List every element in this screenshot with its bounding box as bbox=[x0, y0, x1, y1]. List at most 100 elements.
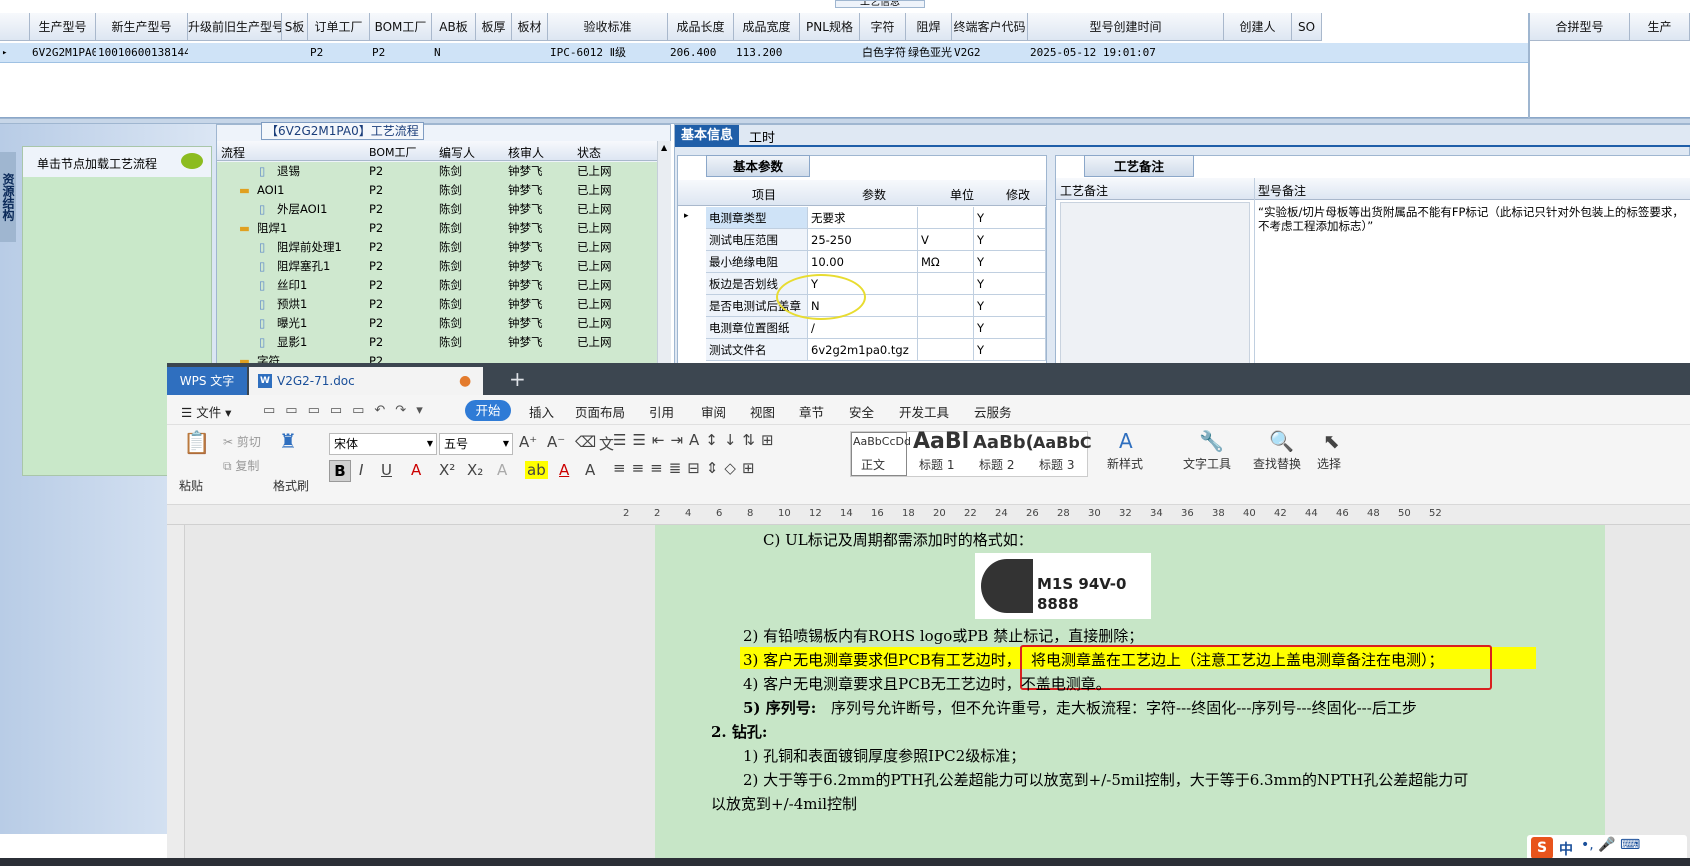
char-shading-icon[interactable]: A bbox=[585, 461, 595, 479]
text-tools-button[interactable]: 文字工具 bbox=[1183, 455, 1231, 472]
select-button[interactable]: 选择 bbox=[1317, 455, 1341, 472]
grid-cell[interactable]: 白色字符 bbox=[862, 43, 906, 63]
param-unit[interactable] bbox=[918, 273, 974, 295]
grid-cell[interactable]: 113.200 bbox=[736, 43, 800, 63]
grid-cell[interactable] bbox=[1294, 43, 1322, 63]
column-header[interactable]: 单位 bbox=[950, 186, 974, 203]
grid-cell[interactable]: 6V2G2M1PA0 bbox=[32, 43, 96, 63]
grid-cell[interactable] bbox=[802, 43, 860, 63]
wps-app-tab[interactable]: WPS 文字 bbox=[167, 367, 247, 395]
sogou-icon[interactable]: S bbox=[1531, 837, 1553, 859]
column-header[interactable]: BOM工厂 bbox=[369, 144, 417, 160]
grid-cell[interactable]: P2 bbox=[310, 43, 370, 63]
grid-cell[interactable]: 绿色亚光 bbox=[908, 43, 952, 63]
column-header[interactable]: 新生产型号 bbox=[96, 13, 188, 41]
font-size-select[interactable]: 五号 ▼ bbox=[439, 433, 513, 455]
param-unit[interactable] bbox=[918, 295, 974, 317]
param-item[interactable]: 测试文件名 bbox=[706, 339, 808, 361]
style-h3[interactable]: 标题 3 bbox=[1039, 456, 1074, 473]
column-header[interactable]: 创建人 bbox=[1224, 13, 1292, 41]
grow-font-icon[interactable]: A⁺ bbox=[519, 433, 537, 451]
param-edit[interactable]: Y bbox=[974, 251, 1046, 273]
tab-work-hours[interactable]: 工时 bbox=[749, 127, 775, 146]
column-header[interactable]: S板 bbox=[282, 13, 308, 41]
column-header[interactable]: 编写人 bbox=[439, 144, 475, 161]
menu-developer[interactable]: 开发工具 bbox=[899, 402, 949, 421]
highlight-icon[interactable]: ab bbox=[525, 461, 548, 479]
menu-cloud[interactable]: 云服务 bbox=[974, 402, 1012, 421]
column-header[interactable]: 终端客户代码 bbox=[952, 13, 1028, 41]
tab-process-remarks[interactable]: 工艺备注 bbox=[1084, 155, 1194, 177]
doc-tab[interactable]: W V2G2-71.doc ● bbox=[249, 367, 483, 395]
menu-view[interactable]: 视图 bbox=[750, 402, 775, 421]
new-style-icon[interactable]: A bbox=[1119, 429, 1133, 453]
process-remark-textarea[interactable] bbox=[1060, 202, 1250, 382]
column-header[interactable]: BOM工厂 bbox=[370, 13, 432, 41]
column-header[interactable]: 修改 bbox=[1006, 186, 1030, 203]
ime-mode[interactable]: 中 bbox=[1559, 839, 1573, 859]
grid-cell[interactable] bbox=[190, 43, 282, 63]
clear-format-icon[interactable]: ⌫ bbox=[575, 433, 596, 451]
column-header[interactable]: PNL规格 bbox=[800, 13, 860, 41]
grid-cell[interactable]: N bbox=[434, 43, 476, 63]
format-painter-icon[interactable]: ♜ bbox=[279, 429, 297, 453]
grid-cell[interactable]: V2G2 bbox=[954, 43, 1028, 63]
param-value[interactable]: 无要求 bbox=[808, 207, 918, 229]
find-replace-button[interactable]: 查找替换 bbox=[1253, 455, 1301, 472]
table-row[interactable]: ▬ AOI1 P2 陈剑 钟梦飞 已上网 bbox=[217, 181, 657, 200]
font-name-select[interactable]: 宋体 ▼ bbox=[329, 433, 437, 455]
text-effect-icon[interactable]: A bbox=[497, 461, 507, 479]
vertical-scrollbar[interactable]: ▲ bbox=[657, 141, 671, 384]
param-edit[interactable]: Y bbox=[974, 295, 1046, 317]
param-item[interactable]: 测试电压范围 bbox=[706, 229, 808, 251]
tab-basic-info[interactable]: 基本信息 bbox=[675, 125, 739, 147]
param-item[interactable]: 电测章位置图纸 bbox=[706, 317, 808, 339]
column-header[interactable]: 流程 bbox=[221, 144, 245, 161]
menu-review[interactable]: 审阅 bbox=[701, 402, 726, 421]
column-header[interactable]: 型号创建时间 bbox=[1028, 13, 1224, 41]
table-row[interactable]: ▯ 阻焊塞孔1 P2 陈剑 钟梦飞 已上网 bbox=[217, 257, 657, 276]
style-normal[interactable]: 正文 bbox=[861, 456, 885, 473]
column-header[interactable]: AB板 bbox=[432, 13, 476, 41]
ime-icons[interactable]: •, 🎤 ⌨ bbox=[1581, 837, 1640, 853]
param-value[interactable]: 10.00 bbox=[808, 251, 918, 273]
list-icons[interactable]: ☰☰⇤⇥A↕↓⇅⊞ bbox=[613, 431, 780, 449]
cut-button[interactable]: ✂ 剪切 bbox=[223, 433, 261, 450]
document-page[interactable]: C) UL标记及周期都需添加时的格式如： M1S 94V-0 8888 2) 有… bbox=[655, 525, 1605, 866]
table-row[interactable]: ▯ 曝光1 P2 陈剑 钟梦飞 已上网 bbox=[217, 314, 657, 333]
table-row[interactable]: ▯ 阻焊前处理1 P2 陈剑 钟梦飞 已上网 bbox=[217, 238, 657, 257]
grid-cell[interactable] bbox=[284, 43, 308, 63]
column-header[interactable]: 状态 bbox=[577, 144, 601, 161]
column-header[interactable]: 板厚 bbox=[476, 13, 512, 41]
column-header[interactable]: 成品宽度 bbox=[734, 13, 800, 41]
grid-cell[interactable]: 10010600138144 bbox=[98, 43, 188, 63]
superscript-icon[interactable]: X² bbox=[439, 461, 455, 479]
menu-home[interactable]: 开始 bbox=[465, 400, 511, 421]
paste-button[interactable]: 粘贴 bbox=[179, 477, 203, 494]
param-value[interactable]: / bbox=[808, 317, 918, 339]
grid-cell[interactable] bbox=[478, 43, 512, 63]
column-header[interactable]: 型号备注 bbox=[1258, 182, 1306, 199]
column-header[interactable]: 核审人 bbox=[508, 144, 544, 161]
column-header[interactable]: 验收标准 bbox=[548, 13, 668, 41]
italic-icon[interactable]: I bbox=[359, 461, 363, 479]
copy-button[interactable]: ⧉ 复制 bbox=[223, 457, 259, 474]
column-header[interactable]: 板材 bbox=[512, 13, 548, 41]
table-row[interactable]: ▯ 退锡 P2 陈剑 钟梦飞 已上网 bbox=[217, 162, 657, 181]
table-row[interactable]: ▯ 预烘1 P2 陈剑 钟梦飞 已上网 bbox=[217, 295, 657, 314]
column-header[interactable]: 升级前旧生产型号 bbox=[188, 13, 282, 41]
menu-references[interactable]: 引用 bbox=[649, 402, 674, 421]
param-item[interactable]: 电测章类型 bbox=[706, 207, 808, 229]
strikethrough-icon[interactable]: A bbox=[411, 461, 421, 479]
style-h2[interactable]: 标题 2 bbox=[979, 456, 1014, 473]
param-edit[interactable]: Y bbox=[974, 317, 1046, 339]
param-edit[interactable]: Y bbox=[974, 229, 1046, 251]
param-edit[interactable]: Y bbox=[974, 339, 1046, 361]
grid-cell[interactable]: 2025-05-12 19:01:07 bbox=[1030, 43, 1224, 63]
param-edit[interactable]: Y bbox=[974, 207, 1046, 229]
phonetic-icon[interactable]: 文 bbox=[599, 433, 614, 454]
new-tab-icon[interactable]: + bbox=[509, 367, 526, 391]
table-row[interactable]: ▯ 显影1 P2 陈剑 钟梦飞 已上网 bbox=[217, 333, 657, 352]
column-header[interactable]: 生产型号 bbox=[30, 13, 96, 41]
column-header[interactable]: 参数 bbox=[862, 186, 886, 203]
